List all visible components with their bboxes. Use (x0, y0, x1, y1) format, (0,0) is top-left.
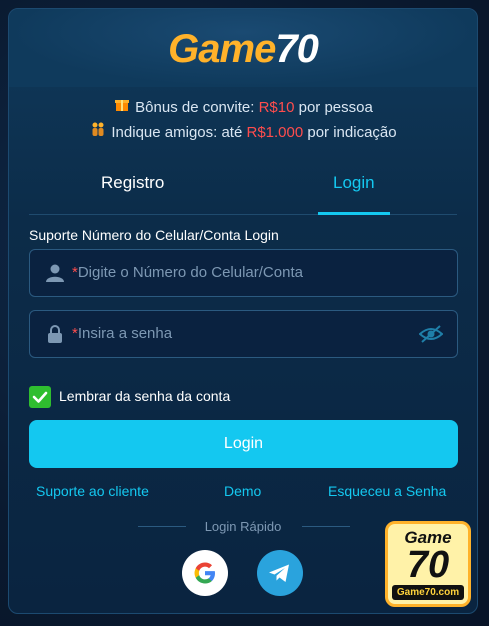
google-icon (194, 562, 215, 584)
password-placeholder: *Insira a senha (72, 325, 172, 342)
eye-off-icon[interactable] (418, 324, 444, 344)
account-input[interactable]: *Digite o Número do Celular/Conta (29, 249, 458, 297)
promo-line2-amount: R$1.000 (246, 124, 304, 141)
account-placeholder-text: Digite o Número do Celular/Conta (77, 264, 303, 281)
people-icon (89, 121, 107, 141)
promo-line1-prefix: Bônus de convite: (135, 99, 259, 116)
forgot-password-link[interactable]: Esqueceu a Senha (328, 483, 446, 499)
promo-line1-amount: R$10 (258, 99, 295, 116)
password-placeholder-text: Insira a senha (77, 325, 173, 342)
auth-tabs: Registro Login (29, 167, 457, 215)
promo-invite-bonus: Bônus de convite: R$10 por pessoa (9, 96, 477, 116)
tab-active-indicator (318, 212, 390, 215)
remember-checkbox[interactable] (29, 386, 51, 408)
promo-line2-prefix: Indique amigos: até (111, 124, 247, 141)
tab-register[interactable]: Registro (101, 173, 164, 193)
divider-right (302, 526, 350, 527)
promo-line2-suffix: por indicação (303, 124, 397, 141)
remember-label: Lembrar da senha da conta (59, 388, 231, 404)
logo-text-game: Game (168, 27, 276, 71)
promo-refer-friends: Indique amigos: até R$1.000 por indicaçã… (9, 121, 477, 141)
telegram-icon (269, 564, 289, 582)
password-input[interactable]: *Insira a senha (29, 310, 458, 358)
badge-url: Game70.com (392, 585, 464, 600)
telegram-login-button[interactable] (257, 550, 303, 596)
promo-line1-suffix: por pessoa (294, 99, 373, 116)
check-icon (32, 391, 48, 403)
gift-icon (113, 96, 131, 116)
google-login-button[interactable] (182, 550, 228, 596)
tab-login[interactable]: Login (333, 173, 375, 193)
support-link[interactable]: Suporte ao cliente (36, 483, 149, 499)
account-placeholder: *Digite o Número do Celular/Conta (72, 264, 303, 281)
demo-link[interactable]: Demo (224, 483, 261, 499)
game70-badge-logo: Game 70 Game70.com (385, 521, 471, 607)
badge-text-70: 70 (406, 544, 450, 586)
account-field-label: Suporte Número do Celular/Conta Login (29, 227, 279, 243)
login-button[interactable]: Login (29, 420, 458, 468)
logo-text-70: 70 (275, 27, 318, 71)
game70-logo: Game70 (9, 27, 477, 72)
user-icon (45, 263, 65, 283)
lock-icon (45, 324, 65, 344)
